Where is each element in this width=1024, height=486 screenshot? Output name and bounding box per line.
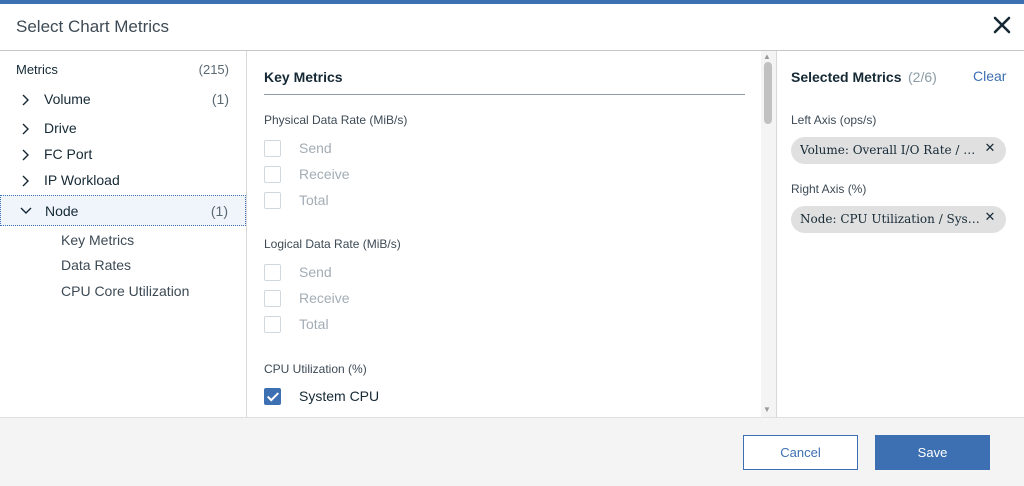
checkbox-system-cpu[interactable]: System CPU [264, 386, 664, 408]
scrollbar-thumb[interactable] [764, 62, 772, 124]
checkbox-label: Receive [299, 290, 350, 306]
checkbox-logical-send[interactable]: Send [264, 262, 664, 284]
selected-metric-pill: Node: CPU Utilization / System CPU ✕ [791, 206, 1006, 233]
group-label: Physical Data Rate (MiB/s) [264, 113, 408, 127]
tree-item-label: Node [45, 203, 79, 219]
pill-text: Volume: Overall I/O Rate / Total [800, 143, 980, 157]
tree-item-count: (1) [210, 203, 228, 219]
chevron-right-icon [18, 122, 32, 136]
pill-text: Node: CPU Utilization / System CPU [800, 212, 980, 226]
dialog-title: Select Chart Metrics [16, 17, 170, 36]
tree-item-ip-workload[interactable]: IP Workload [0, 168, 246, 194]
tree-item-volume[interactable]: Volume (1) [0, 87, 246, 113]
checkbox-label: System CPU [299, 388, 380, 404]
group-label: Logical Data Rate (MiB/s) [264, 237, 401, 251]
cancel-button[interactable]: Cancel [743, 435, 858, 470]
scroll-down-arrow-icon[interactable]: ▼ [763, 405, 771, 414]
checkbox-physical-send[interactable]: Send [264, 138, 664, 160]
checkbox-box[interactable] [264, 316, 281, 333]
section-title: Key Metrics [264, 69, 343, 85]
dialog-footer: Cancel Save [0, 417, 1024, 486]
checkbox-label: Receive [299, 166, 350, 182]
remove-icon[interactable]: ✕ [983, 142, 997, 156]
chevron-down-icon [19, 204, 33, 218]
tree-item-fc-port[interactable]: FC Port [0, 142, 246, 168]
remove-icon[interactable]: ✕ [983, 211, 997, 225]
checkbox-box[interactable] [264, 192, 281, 209]
subitem-data-rates[interactable]: Data Rates [61, 257, 131, 273]
checkbox-logical-receive[interactable]: Receive [264, 288, 664, 310]
tree-item-node[interactable]: Node (1) [0, 195, 246, 226]
checkbox-box[interactable] [264, 388, 281, 405]
chevron-right-icon [18, 93, 32, 107]
chevron-right-icon [18, 148, 32, 162]
checkbox-physical-total[interactable]: Total [264, 190, 664, 212]
checkbox-box[interactable] [264, 264, 281, 281]
metric-options-panel: Key Metrics Physical Data Rate (MiB/s) S… [247, 51, 777, 417]
close-icon[interactable] [991, 14, 1013, 36]
checkbox-physical-receive[interactable]: Receive [264, 164, 664, 186]
checkbox-box[interactable] [264, 290, 281, 307]
checkbox-box[interactable] [264, 140, 281, 157]
metrics-header: Metrics [16, 62, 58, 77]
checkbox-label: Total [299, 316, 329, 332]
save-button[interactable]: Save [875, 435, 990, 470]
tree-item-label: Volume [44, 91, 91, 107]
selected-metrics-count: (2/6) [908, 69, 937, 85]
checkbox-label: Send [299, 264, 332, 280]
chevron-right-icon [18, 174, 32, 188]
metrics-tree-panel: Metrics (215) Volume (1) Drive FC Port I… [0, 51, 247, 417]
selected-metric-pill: Volume: Overall I/O Rate / Total ✕ [791, 137, 1006, 164]
left-axis-label: Left Axis (ops/s) [791, 113, 877, 127]
scroll-up-arrow-icon[interactable]: ▲ [763, 52, 771, 61]
dialog-accent-bar [0, 0, 1024, 4]
metrics-count: (215) [198, 62, 229, 77]
checkbox-logical-total[interactable]: Total [264, 314, 664, 336]
checkbox-label: Total [299, 192, 329, 208]
clear-link[interactable]: Clear [973, 68, 1006, 84]
tree-item-label: IP Workload [44, 172, 120, 188]
tree-item-label: Drive [44, 120, 77, 136]
selected-metrics-panel: Selected Metrics (2/6) Clear Left Axis (… [777, 51, 1024, 417]
subitem-key-metrics[interactable]: Key Metrics [61, 232, 134, 248]
tree-item-drive[interactable]: Drive [0, 116, 246, 142]
section-divider [264, 94, 745, 95]
subitem-cpu-core-utilization[interactable]: CPU Core Utilization [61, 283, 189, 299]
tree-item-count: (1) [211, 91, 229, 107]
right-axis-label: Right Axis (%) [791, 182, 867, 196]
tree-item-label: FC Port [44, 146, 93, 162]
checkbox-label: Send [299, 140, 332, 156]
selected-metrics-title: Selected Metrics [791, 69, 902, 85]
group-label: CPU Utilization (%) [264, 362, 367, 376]
checkbox-box[interactable] [264, 166, 281, 183]
